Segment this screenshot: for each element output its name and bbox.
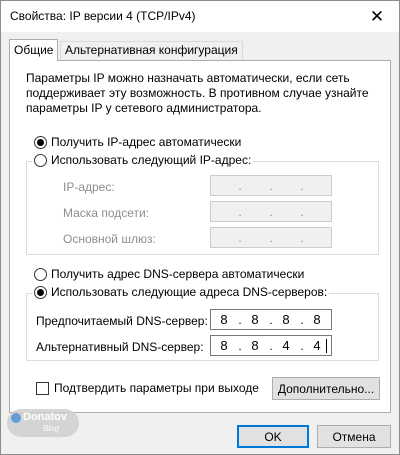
radio-indicator [34,267,47,281]
watermark-name: Donatov [23,411,67,423]
octet: 8 [313,312,322,327]
radio-label: Использовать следующий IP-адрес: [51,153,252,167]
radio-label: Использовать следующие адреса DNS-сервер… [51,285,328,299]
octet: 8 [251,312,260,327]
octet: 8 [220,338,229,353]
description-text: Параметры IP можно назначать автоматичес… [26,71,369,115]
radio-obtain-dns-auto[interactable]: Получить адрес DNS-сервера автоматически [34,267,304,281]
radio-label: Получить адрес DNS-сервера автоматически [51,267,305,281]
octet-dot: . [300,178,304,193]
octet: 4 [282,338,291,353]
radio-obtain-ip-auto[interactable]: Получить IP-адрес автоматически [34,135,241,149]
validate-on-exit-checkbox[interactable]: Подтвердить параметры при выходе [36,381,259,395]
tab-alternate-configuration[interactable]: Альтернативная конфигурация [60,41,243,60]
close-icon[interactable]: ✕ [355,1,399,32]
octet-dot: . [238,204,242,219]
octet-dot: . [300,230,304,245]
advanced-button[interactable]: Дополнительно... [272,377,380,400]
window-title: Свойства: IP версии 4 (TCP/IPv4) [10,9,196,23]
text-cursor [326,339,327,353]
general-tab-panel: Параметры IP можно назначать автоматичес… [9,60,391,413]
radio-use-following-dns[interactable]: Использовать следующие адреса DNS-сервер… [32,285,330,299]
octet-dot: . [238,178,242,193]
alternate-dns-input[interactable]: 8. 8. 4. 4 [210,335,332,356]
radio-label: Получить IP-адрес автоматически [51,135,242,149]
ipv4-properties-dialog: Свойства: IP версии 4 (TCP/IPv4) ✕ Общие… [0,0,400,455]
watermark-sub: Blog [43,424,60,433]
subnet-mask-input[interactable]: . . . [210,201,332,222]
subnet-mask-label: Маска подсети: [63,206,150,220]
checkbox-indicator [36,381,49,395]
octet-dot: . [269,178,273,193]
radio-use-following-ip[interactable]: Использовать следующий IP-адрес: [32,153,254,167]
ip-address-input[interactable]: . . . [210,175,332,196]
preferred-dns-label: Предпочитаемый DNS-сервер: [36,314,208,328]
octet-dot: . [238,230,242,245]
tab-general[interactable]: Общие [9,39,59,61]
octet: 8 [251,338,260,353]
radio-indicator [34,135,47,149]
donatov-blog-watermark: Donatov Blog [7,409,79,437]
octet-dot: . [269,230,273,245]
default-gateway-input[interactable]: . . . [210,227,332,248]
checkbox-label: Подтвердить параметры при выходе [54,381,259,395]
octet: 8 [220,312,229,327]
logo-icon [11,413,21,423]
alternate-dns-label: Альтернативный DNS-сервер: [36,340,204,354]
ip-address-label: IP-адрес: [63,180,115,194]
octet-dot: . [300,204,304,219]
octet: 8 [282,312,291,327]
radio-indicator [34,153,47,167]
radio-indicator [34,285,47,299]
ok-button[interactable]: OK [237,425,309,448]
cancel-button[interactable]: Отмена [317,425,391,448]
octet-dot: . [269,204,273,219]
title-bar: Свойства: IP версии 4 (TCP/IPv4) ✕ [1,1,399,32]
preferred-dns-input[interactable]: 8. 8. 8. 8 [210,309,332,330]
default-gateway-label: Основной шлюз: [63,232,156,246]
